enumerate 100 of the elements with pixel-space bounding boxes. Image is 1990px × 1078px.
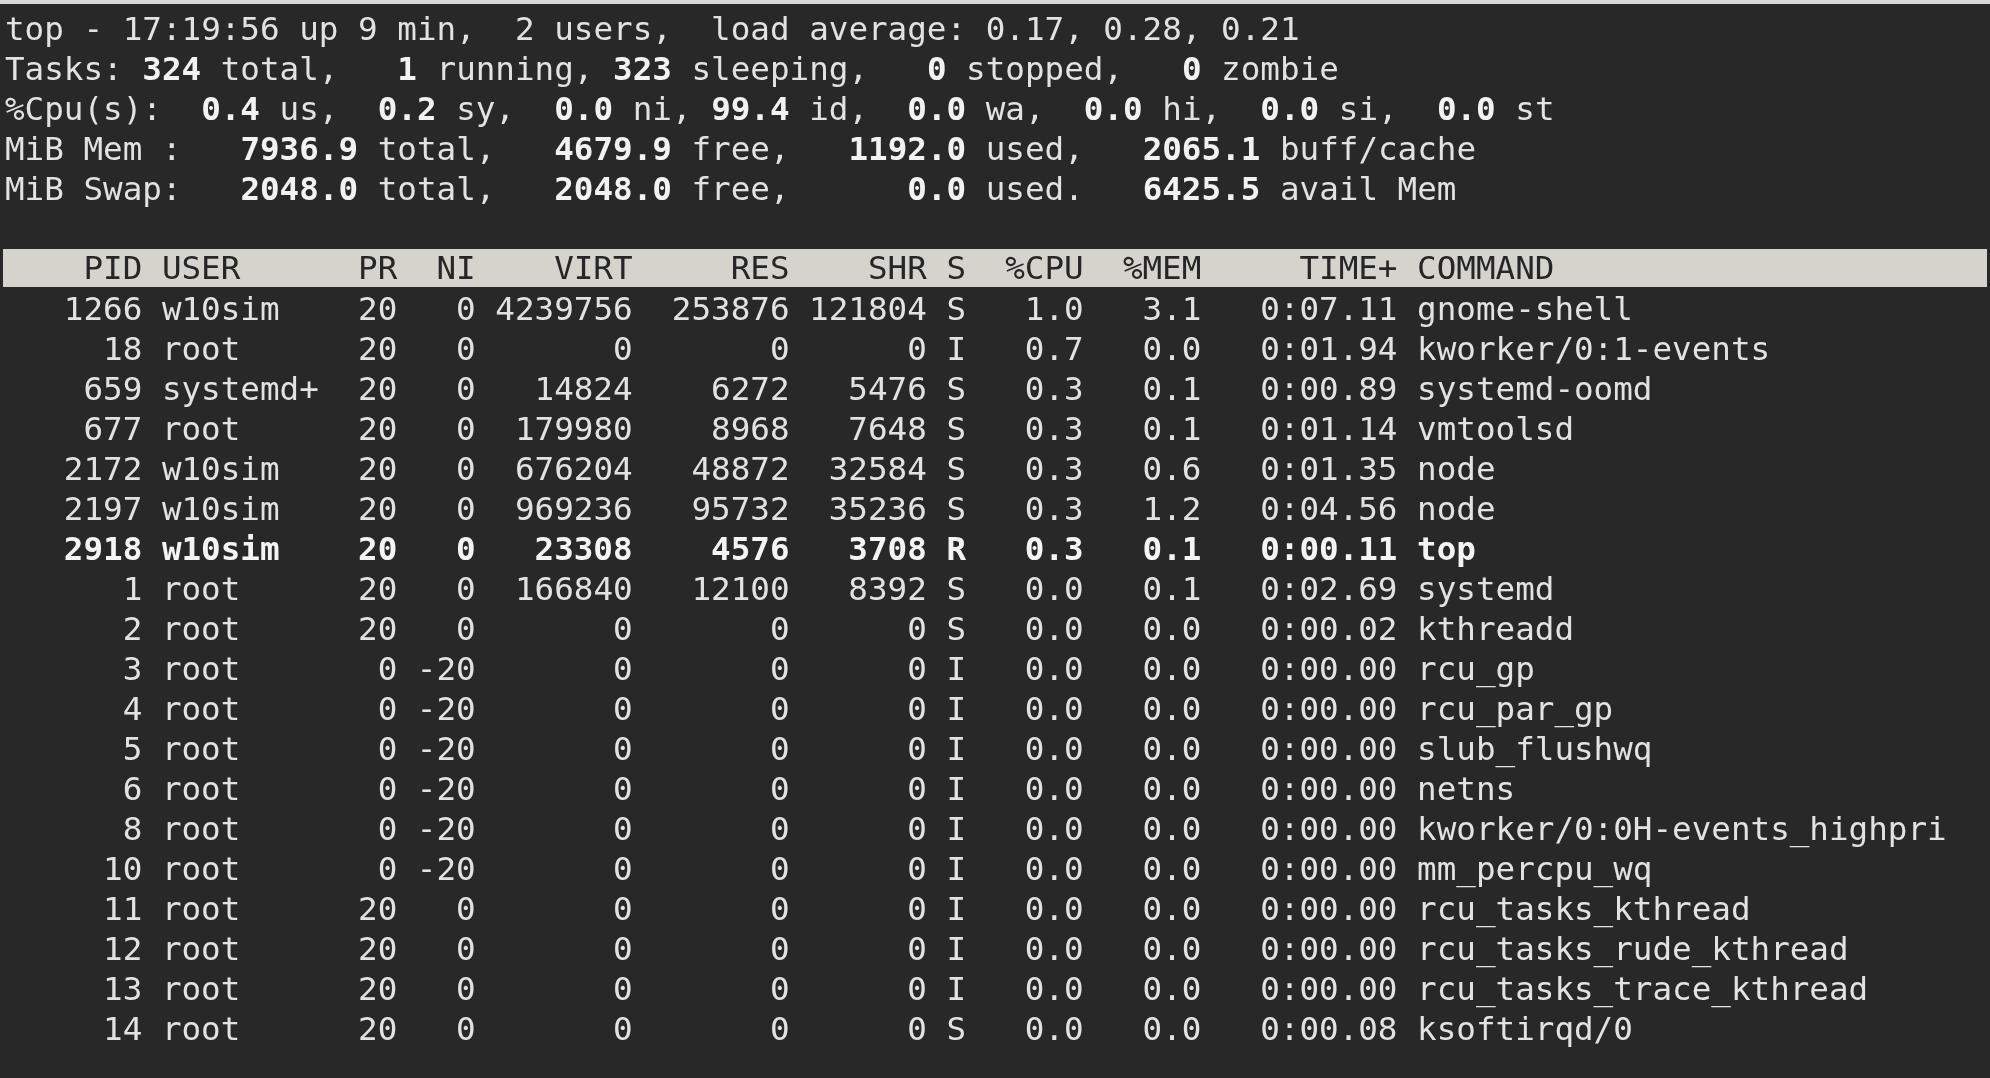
table-cell-text: 0.6: [1141, 449, 1202, 489]
table-cell-text: 0.0: [1141, 729, 1202, 769]
table-cell-text: 0.0: [1023, 729, 1084, 769]
table-cell-text: 1266: [62, 289, 143, 329]
table-cell-text: w10sim: [160, 289, 281, 329]
column-header: PID: [82, 249, 143, 287]
table-cell-text: 0: [906, 969, 927, 1009]
table-cell-text: I: [945, 969, 966, 1009]
table-cell-text: 0: [768, 889, 790, 929]
table-cell-text: 0.0: [1141, 329, 1202, 369]
table-cell-text: rcu_tasks_kthread: [1416, 889, 1752, 929]
table-cell-text: 166840: [513, 569, 633, 609]
table-cell-text: 0.0: [1023, 969, 1084, 1009]
table-cell-text: I: [945, 689, 966, 729]
table-cell-text: -20: [415, 649, 476, 689]
table-cell-text: 23308: [533, 529, 633, 569]
table-cell-text: 0:00.11: [1259, 529, 1398, 569]
table-cell-text: 0.0: [1023, 769, 1084, 809]
table-cell-text: 0: [376, 769, 398, 809]
table-cell-text: 20: [357, 929, 398, 969]
table-cell-text: 0:00.00: [1259, 729, 1398, 769]
table-cell-text: 0: [612, 769, 633, 809]
table-cell-text: 677: [82, 409, 143, 449]
table-cell-text: rcu_gp: [1416, 649, 1536, 689]
table-cell-text: 0.1: [1141, 369, 1202, 409]
summary-line: %Cpu(s): 0.4 us, 0.2 sy, 0.0 ni, 99.4 id, 0.0 wa, 0.0 hi, 0.0 si, 0.0 st: [5, 89, 1555, 129]
table-cell-text: root: [160, 1009, 242, 1049]
table-cell-text: 0:00.00: [1259, 889, 1398, 929]
table-cell-text: 0.0: [1023, 929, 1084, 969]
table-cell-text: 0.0: [1023, 649, 1084, 689]
table-cell-text: S: [945, 289, 966, 329]
table-cell-text: 0: [376, 809, 398, 849]
table-cell-text: 0: [455, 929, 476, 969]
table-cell-text: root: [160, 889, 242, 929]
table-cell-text: top: [1416, 529, 1477, 569]
table-cell-text: 5: [121, 729, 143, 769]
table-cell-text: 0: [612, 689, 633, 729]
table-cell-text: 35236: [827, 489, 927, 529]
table-cell-text: root: [160, 809, 242, 849]
column-header: VIRT: [553, 249, 633, 287]
table-cell-text: 0.1: [1141, 569, 1202, 609]
table-cell-text: -20: [415, 809, 476, 849]
table-cell-text: 0: [376, 649, 398, 689]
table-cell-text: 4239756: [494, 289, 633, 329]
table-cell-text: 0: [906, 329, 927, 369]
table-cell-text: 6: [121, 769, 143, 809]
table-cell-text: rcu_tasks_rude_kthread: [1416, 929, 1850, 969]
table-cell-text: 8: [121, 809, 143, 849]
table-cell-text: gnome-shell: [1416, 289, 1634, 329]
table-cell-text: root: [160, 409, 242, 449]
summary-line: top - 17:19:56 up 9 min, 2 users, load average: 0.17, 0.28, 0.21: [5, 9, 1300, 49]
table-cell-text: 0: [612, 809, 633, 849]
table-cell-text: S: [945, 449, 966, 489]
table-cell-text: 0.0: [1141, 849, 1202, 889]
column-header: RES: [729, 249, 790, 287]
table-cell-text: -20: [415, 689, 476, 729]
table-cell-text: 14824: [533, 369, 633, 409]
column-header: TIME+: [1298, 249, 1398, 287]
table-cell-text: I: [945, 769, 966, 809]
column-header: SHR: [866, 249, 927, 287]
table-cell-text: 12100: [690, 569, 790, 609]
table-cell-text: 32584: [827, 449, 927, 489]
table-cell-text: 0.0: [1023, 569, 1084, 609]
table-cell-text: 0: [612, 329, 633, 369]
table-cell-text: S: [945, 369, 966, 409]
table-cell-text: 0.3: [1023, 449, 1084, 489]
table-cell-text: 0: [455, 969, 476, 1009]
table-cell-text: 0: [906, 769, 927, 809]
table-cell-text: 0:07.11: [1259, 289, 1398, 329]
table-cell-text: 12: [102, 929, 143, 969]
table-cell-text: 0.0: [1141, 929, 1202, 969]
table-cell-text: 48872: [690, 449, 790, 489]
table-cell-text: 0: [612, 729, 633, 769]
table-cell-text: 0.0: [1141, 769, 1202, 809]
table-cell-text: 0: [906, 609, 927, 649]
table-cell-text: 20: [357, 369, 398, 409]
table-cell-text: root: [160, 689, 242, 729]
table-cell-text: 20: [357, 969, 398, 1009]
table-cell-text: 0.0: [1141, 609, 1202, 649]
table-cell-text: -20: [415, 849, 476, 889]
table-cell-text: 0: [376, 689, 398, 729]
table-cell-text: 7648: [847, 409, 927, 449]
table-cell-text: ksoftirqd/0: [1416, 1009, 1634, 1049]
table-cell-text: 0: [376, 849, 398, 889]
column-header: COMMAND: [1416, 249, 1556, 287]
table-cell-text: 0: [376, 729, 398, 769]
table-cell-text: S: [945, 1009, 966, 1049]
table-cell-text: 179980: [513, 409, 633, 449]
table-cell-text: node: [1416, 449, 1497, 489]
table-cell-text: S: [945, 409, 966, 449]
table-cell-text: 20: [357, 409, 398, 449]
table-cell-text: 0.0: [1023, 849, 1084, 889]
table-cell-text: 0:00.00: [1259, 849, 1398, 889]
table-cell-text: 3: [121, 649, 143, 689]
table-cell-text: root: [160, 929, 242, 969]
table-cell-text: 0.3: [1023, 529, 1084, 569]
table-cell-text: netns: [1416, 769, 1517, 809]
table-cell-text: 0: [455, 489, 476, 529]
table-cell-text: 4576: [710, 529, 790, 569]
column-header: USER: [160, 249, 242, 287]
